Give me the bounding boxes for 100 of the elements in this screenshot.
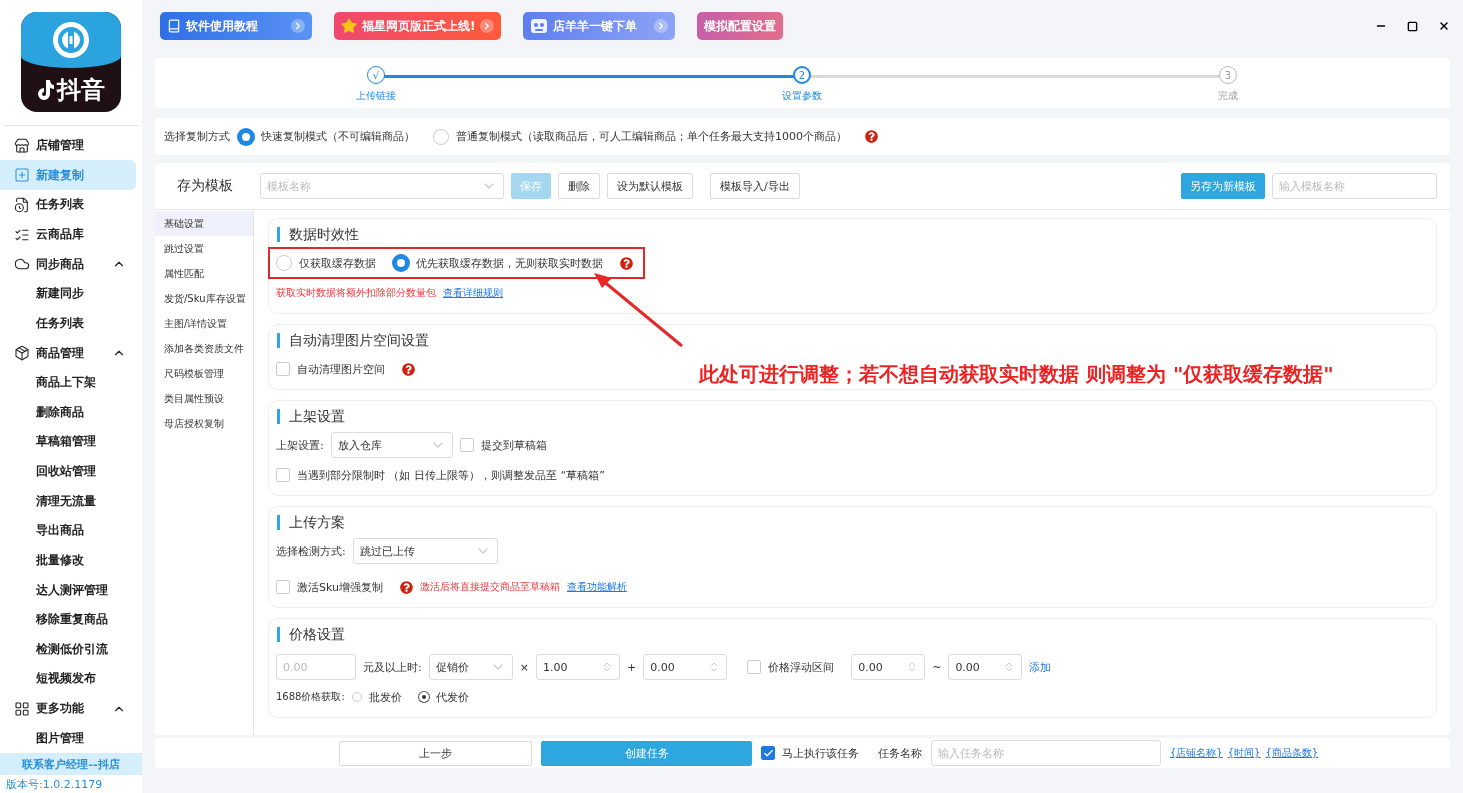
radio-option[interactable]: 快速复制模式（不可编辑商品） xyxy=(238,128,415,145)
sidebar-subitem[interactable]: 移除重复商品 xyxy=(0,604,136,635)
promo-button[interactable]: 软件使用教程 xyxy=(160,12,312,40)
sidebar-subitem[interactable]: 图片管理 xyxy=(0,723,136,753)
checkbox[interactable] xyxy=(459,438,474,452)
add-link[interactable]: 添加 xyxy=(1029,659,1052,675)
section-title: 价格设置 xyxy=(277,627,1429,642)
field-label: 选择复制方式 xyxy=(164,129,230,144)
sidebar-subitem[interactable]: 任务列表 xyxy=(0,308,136,339)
checkbox[interactable] xyxy=(276,580,290,594)
step-circle: √ xyxy=(367,66,385,84)
operator-text: ~ xyxy=(932,660,942,674)
settings-nav-item[interactable]: 跳过设置 xyxy=(155,236,253,261)
logo-text: 抖音 xyxy=(57,74,105,106)
sidebar-subitem[interactable]: 草稿箱管理 xyxy=(0,427,136,457)
checkbox[interactable] xyxy=(747,660,762,674)
template-button[interactable]: 设为默认模板 xyxy=(607,173,693,199)
coin-icon xyxy=(51,20,91,60)
sidebar-item[interactable]: 更多功能 xyxy=(0,693,136,724)
dropdown[interactable]: 放入仓库 xyxy=(330,432,453,458)
help-icon[interactable] xyxy=(620,256,633,270)
music-note-icon xyxy=(37,78,55,101)
sidebar-subitem[interactable]: 新建同步 xyxy=(0,278,136,309)
feature-link[interactable]: 查看功能解析 xyxy=(567,580,627,594)
help-icon[interactable] xyxy=(865,130,878,143)
checkbox[interactable] xyxy=(276,468,290,482)
close-icon[interactable] xyxy=(1438,20,1450,32)
number-field[interactable]: 0.00 xyxy=(643,654,728,680)
step-circle: 3 xyxy=(1219,66,1237,84)
checkbox-option[interactable]: 价格浮动区间 xyxy=(747,659,835,675)
template-title: 存为模板 xyxy=(177,177,233,195)
radio-option[interactable]: 批发价 xyxy=(351,689,402,705)
template-button[interactable]: 模板导入/导出 xyxy=(710,173,800,199)
number-field[interactable]: 0.00 xyxy=(948,654,1023,680)
field-label: 元及以上时: xyxy=(363,659,422,675)
field-label: 选择检测方式: xyxy=(276,543,346,559)
version-text: 版本号:1.0.2.1179 xyxy=(5,777,104,793)
number-field[interactable]: 1.00 xyxy=(535,654,620,680)
checkbox-option[interactable]: 激活Sku增强复制 xyxy=(276,579,383,595)
previous-step-button[interactable]: 上一步 xyxy=(339,740,532,766)
radio-option[interactable]: 代发价 xyxy=(418,689,469,705)
settings-nav-item[interactable]: 发货/Sku库存设置 xyxy=(155,286,253,311)
token-link[interactable]: {店铺名称} xyxy=(1170,746,1223,760)
step-label: 设置参数 xyxy=(782,89,822,103)
chevron-icon xyxy=(654,19,669,33)
radio-option[interactable]: 普通复制模式（读取商品后，可人工编辑商品；单个任务最大支持1000个商品） xyxy=(433,128,847,145)
radio-option[interactable]: 优先获取缓存数据，无则获取实时数据 xyxy=(393,255,603,271)
checkbox[interactable] xyxy=(761,746,775,760)
template-button[interactable]: 删除 xyxy=(558,173,600,199)
sidebar-item[interactable]: 任务列表 xyxy=(0,190,136,220)
sidebar-subitem[interactable]: 删除商品 xyxy=(0,397,136,428)
operator-text: × xyxy=(519,660,529,674)
sidebar-item[interactable]: 商品管理 xyxy=(0,338,136,368)
sidebar-item[interactable]: 店铺管理 xyxy=(0,130,136,161)
sidebar-subitem[interactable]: 回收站管理 xyxy=(0,456,136,487)
checkbox-option[interactable]: 马上执行该任务 xyxy=(761,745,859,761)
number-field[interactable]: 0.00 xyxy=(851,654,926,680)
warning-text: 获取实时数据将额外扣除部分数量包 xyxy=(276,286,436,300)
sidebar-item[interactable]: 同步商品 xyxy=(0,249,136,279)
step-circle: 2 xyxy=(793,66,811,84)
field-label: 1688价格获取: xyxy=(276,690,345,704)
checkbox[interactable] xyxy=(276,362,290,376)
dropdown[interactable]: 促销价 xyxy=(428,654,513,680)
chevron-icon xyxy=(480,19,495,33)
help-icon[interactable] xyxy=(400,580,413,594)
maximize-icon[interactable] xyxy=(1407,20,1418,32)
settings-nav-item[interactable]: 基础设置 xyxy=(155,211,253,236)
settings-nav-item[interactable]: 主图/详情设置 xyxy=(155,311,253,336)
settings-nav-item[interactable]: 属性匹配 xyxy=(155,261,253,286)
dropdown[interactable]: 跳过已上传 xyxy=(352,538,498,564)
section-title: 数据时效性 xyxy=(277,227,1429,242)
token-link[interactable]: {时间} xyxy=(1227,746,1261,760)
sidebar-subitem[interactable]: 达人测评管理 xyxy=(0,575,136,605)
menu-icon xyxy=(14,345,30,361)
checkbox-option[interactable]: 自动清理图片空间 xyxy=(276,361,385,377)
settings-nav-item[interactable]: 母店授权复制 xyxy=(155,411,253,436)
radio-option[interactable]: 仅获取缓存数据 xyxy=(276,255,376,271)
token-link[interactable]: {商品条数} xyxy=(1265,746,1319,760)
settings-nav-item[interactable]: 尺码模板管理 xyxy=(155,361,253,386)
checkbox-option[interactable]: 提交到草稿箱 xyxy=(459,437,547,453)
sidebar-item[interactable]: 云商品库 xyxy=(0,219,136,250)
settings-nav-item[interactable]: 添加各类资质文件 xyxy=(155,336,253,361)
section-title: 上架设置 xyxy=(277,409,1429,424)
field-label: 上架设置: xyxy=(276,437,324,453)
warning-text: 激活后将直接提交商品至草稿箱 xyxy=(420,580,560,594)
annotation-text: 此处可进行调整；若不想自动获取实时数据 则调整为 "仅获取缓存数据" xyxy=(699,361,1334,388)
sidebar-subitem[interactable]: 导出商品 xyxy=(0,515,136,546)
rules-link[interactable]: 查看详细规则 xyxy=(443,286,503,300)
step-label: 完成 xyxy=(1218,89,1238,103)
checkbox-option[interactable]: 当遇到部分限制时 （如 日传上限等），则调整发品至 “草稿箱” xyxy=(276,467,605,483)
help-icon[interactable] xyxy=(402,362,415,376)
sidebar-subitem[interactable]: 商品上下架 xyxy=(0,367,136,398)
sidebar-subitem[interactable]: 批量修改 xyxy=(0,545,136,576)
sidebar-subitem[interactable]: 检测低价引流 xyxy=(0,634,136,665)
field-label: 任务名称 xyxy=(878,745,922,761)
section-title: 自动清理图片空间设置 xyxy=(277,333,1429,348)
settings-nav-item[interactable]: 类目属性预设 xyxy=(155,386,253,411)
sidebar-subitem[interactable]: 清理无流量 xyxy=(0,486,136,516)
sidebar-subitem[interactable]: 短视频发布 xyxy=(0,664,136,694)
menu-icon xyxy=(14,196,30,213)
